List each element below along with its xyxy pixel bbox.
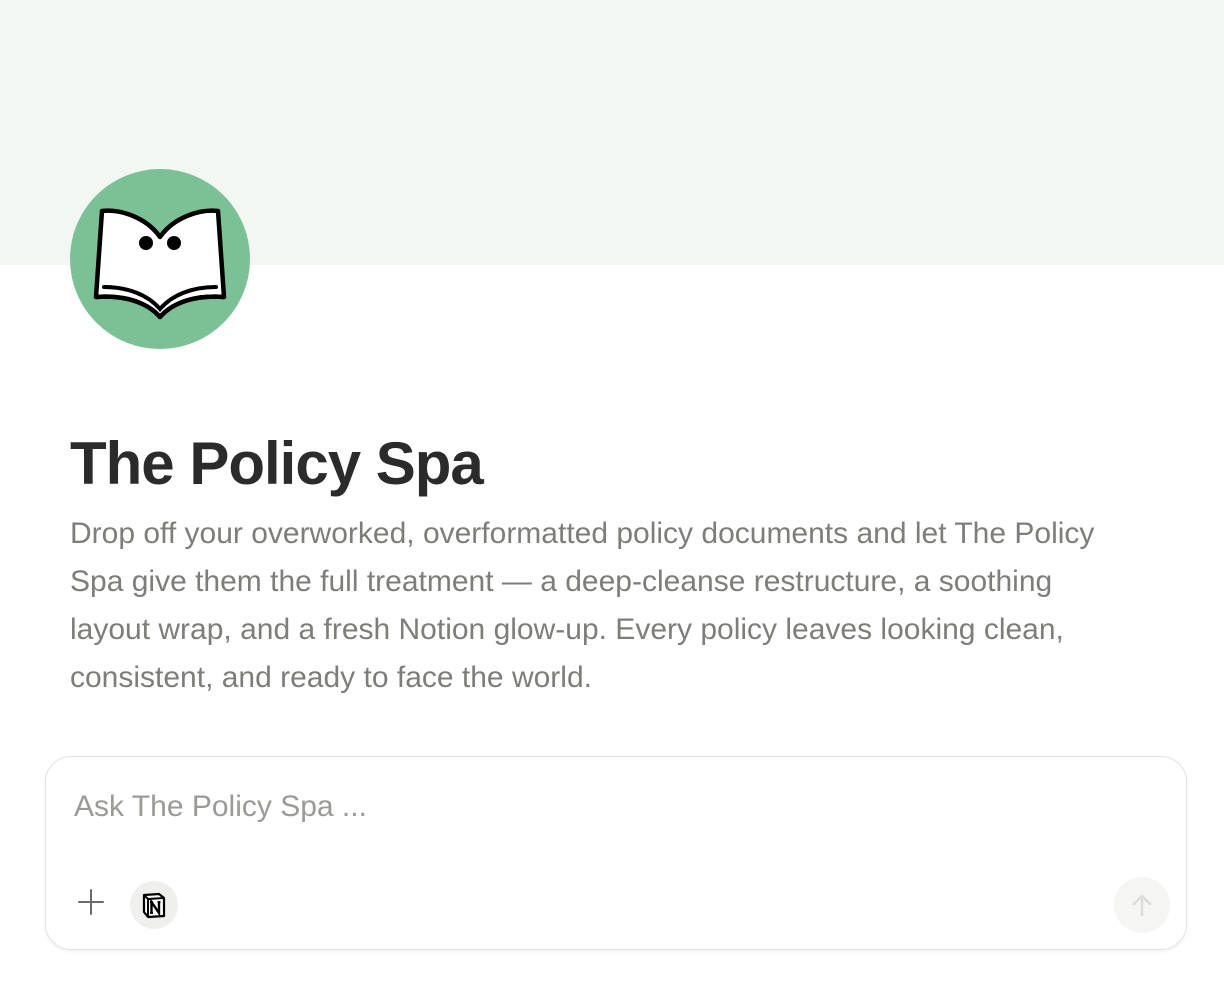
agent-avatar bbox=[70, 169, 250, 349]
add-attachment-button[interactable] bbox=[70, 881, 112, 923]
chat-composer bbox=[45, 756, 1187, 950]
ask-input[interactable] bbox=[74, 781, 1134, 833]
agent-page: The Policy Spa Drop off your overworked,… bbox=[0, 0, 1224, 984]
notion-source-button[interactable] bbox=[130, 881, 178, 929]
arrow-up-icon bbox=[1132, 894, 1152, 917]
open-book-face-icon bbox=[93, 208, 227, 320]
notion-logo-icon bbox=[142, 892, 166, 919]
page-description: Drop off your overworked, overformatted … bbox=[70, 517, 1095, 694]
plus-icon bbox=[78, 889, 104, 915]
send-button[interactable] bbox=[1114, 877, 1170, 933]
page-title: The Policy Spa bbox=[70, 430, 484, 497]
